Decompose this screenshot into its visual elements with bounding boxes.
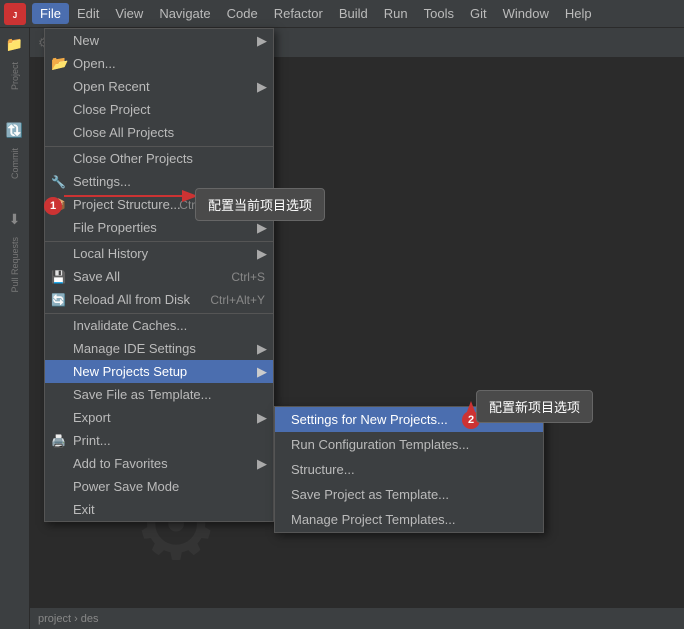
reload-shortcut: Ctrl+Alt+Y <box>210 293 265 307</box>
reload-label: Reload All from Disk <box>73 292 190 307</box>
menu-item-save-all[interactable]: 💾 Save All Ctrl+S <box>45 265 273 288</box>
new-projects-label: New Projects Setup <box>73 364 187 379</box>
menu-tools[interactable]: Tools <box>416 3 462 24</box>
menu-navigate[interactable]: Navigate <box>151 3 218 24</box>
arrow-icon-nps: ▶ <box>257 364 267 380</box>
menu-item-file-properties[interactable]: File Properties ▶ <box>45 216 273 239</box>
project-struct-icon: 📦 <box>51 198 66 212</box>
arrow-icon-exp: ▶ <box>257 410 267 426</box>
menu-item-manage-ide[interactable]: Manage IDE Settings ▶ <box>45 337 273 360</box>
save-all-shortcut: Ctrl+S <box>231 270 265 284</box>
menu-code[interactable]: Code <box>219 3 266 24</box>
settings-label: Settings... <box>73 174 131 189</box>
manage-templates-label: Manage Project Templates... <box>291 512 456 527</box>
close-all-label: Close All Projects <box>73 125 174 140</box>
arrow-icon-ide: ▶ <box>257 341 267 357</box>
new-label: New <box>73 33 99 48</box>
print-icon: 🖨️ <box>51 434 66 448</box>
menu-help[interactable]: Help <box>557 3 600 24</box>
local-history-label: Local History <box>73 246 148 261</box>
close-project-label: Close Project <box>73 102 150 117</box>
arrow-icon: ▶ <box>257 33 267 49</box>
menu-git[interactable]: Git <box>462 3 495 24</box>
menu-build[interactable]: Build <box>331 3 376 24</box>
sidebar-icon-commit[interactable]: 🔃 <box>3 118 27 142</box>
arrow-icon-fav: ▶ <box>257 456 267 472</box>
menu-edit[interactable]: Edit <box>69 3 107 24</box>
structure-label: Structure... <box>291 462 355 477</box>
file-properties-label: File Properties <box>73 220 157 235</box>
sidebar-label-commit: Commit <box>10 148 20 179</box>
menu-item-export[interactable]: Export ▶ <box>45 406 273 429</box>
menu-run[interactable]: Run <box>376 3 416 24</box>
menu-bar: J File Edit View Navigate Code Refactor … <box>0 0 684 28</box>
submenu-item-manage-templates[interactable]: Manage Project Templates... <box>275 507 543 532</box>
menu-refactor[interactable]: Refactor <box>266 3 331 24</box>
svg-text:J: J <box>13 11 17 20</box>
project-structure-shortcut: Ctrl+Alt+Shift+S <box>179 198 265 212</box>
manage-ide-label: Manage IDE Settings <box>73 341 196 356</box>
menu-item-new-projects-setup[interactable]: New Projects Setup ▶ <box>45 360 273 383</box>
status-bar: project › des <box>30 607 684 629</box>
sidebar-label-project: Project <box>10 62 20 90</box>
add-favorites-label: Add to Favorites <box>73 456 168 471</box>
sidebar: 📁 Project 🔃 Commit ⬇ Pull Requests <box>0 28 30 629</box>
save-all-label: Save All <box>73 269 120 284</box>
sidebar-icon-project[interactable]: 📁 <box>3 32 27 56</box>
menu-item-close-all[interactable]: Close All Projects <box>45 121 273 144</box>
menu-item-power-save[interactable]: Power Save Mode <box>45 475 273 498</box>
app-logo: J <box>4 3 26 25</box>
settings-wrench-icon: 🔧 <box>51 175 66 189</box>
arrow-icon-fp: ▶ <box>257 220 267 236</box>
menu-item-exit[interactable]: Exit <box>45 498 273 521</box>
submenu-item-save-project-template[interactable]: Save Project as Template... <box>275 482 543 507</box>
status-text: project › des <box>38 613 99 625</box>
save-icon: 💾 <box>51 270 66 284</box>
menu-item-add-favorites[interactable]: Add to Favorites ▶ <box>45 452 273 475</box>
invalidate-label: Invalidate Caches... <box>73 318 187 333</box>
sidebar-icon-pullreq[interactable]: ⬇ <box>3 207 27 231</box>
save-project-template-label: Save Project as Template... <box>291 487 449 502</box>
menu-item-close-other[interactable]: Close Other Projects <box>45 146 273 170</box>
run-config-label: Run Configuration Templates... <box>291 437 469 452</box>
menu-item-invalidate[interactable]: Invalidate Caches... <box>45 313 273 337</box>
settings-new-label: Settings for New Projects... <box>291 412 448 427</box>
close-other-label: Close Other Projects <box>73 151 193 166</box>
menu-item-open-recent[interactable]: Open Recent ▶ <box>45 75 273 98</box>
file-menu-dropdown: New ▶ 📂 Open... Open Recent ▶ Close Proj… <box>44 28 274 522</box>
power-save-label: Power Save Mode <box>73 479 179 494</box>
menu-item-open[interactable]: 📂 Open... <box>45 52 273 75</box>
exit-label: Exit <box>73 502 95 517</box>
arrow-icon-recent: ▶ <box>257 79 267 95</box>
export-label: Export <box>73 410 111 425</box>
submenu-item-run-config[interactable]: Run Configuration Templates... <box>275 432 543 457</box>
submenu-item-settings-new[interactable]: Settings for New Projects... <box>275 407 543 432</box>
menu-file[interactable]: File <box>32 3 69 24</box>
menu-item-settings[interactable]: 🔧 Settings... <box>45 170 273 193</box>
menu-item-reload[interactable]: 🔄 Reload All from Disk Ctrl+Alt+Y <box>45 288 273 311</box>
print-label: Print... <box>73 433 111 448</box>
reload-icon: 🔄 <box>51 293 66 307</box>
submenu-item-structure[interactable]: Structure... <box>275 457 543 482</box>
menu-item-new[interactable]: New ▶ <box>45 29 273 52</box>
menu-window[interactable]: Window <box>495 3 557 24</box>
menu-item-close-project[interactable]: Close Project <box>45 98 273 121</box>
open-recent-label: Open Recent <box>73 79 150 94</box>
menu-item-print[interactable]: 🖨️ Print... <box>45 429 273 452</box>
menu-item-save-template[interactable]: Save File as Template... <box>45 383 273 406</box>
open-label: Open... <box>73 56 116 71</box>
menu-item-project-structure[interactable]: 📦 Project Structure... Ctrl+Alt+Shift+S <box>45 193 273 216</box>
submenu-new-projects: Settings for New Projects... Run Configu… <box>274 406 544 533</box>
project-structure-label: Project Structure... <box>73 197 181 212</box>
menu-view[interactable]: View <box>107 3 151 24</box>
save-template-label: Save File as Template... <box>73 387 212 402</box>
sidebar-label-pullreq: Pull Requests <box>10 237 20 293</box>
arrow-icon-lh: ▶ <box>257 246 267 262</box>
menu-item-local-history[interactable]: Local History ▶ <box>45 241 273 265</box>
open-icon: 📂 <box>51 55 68 72</box>
